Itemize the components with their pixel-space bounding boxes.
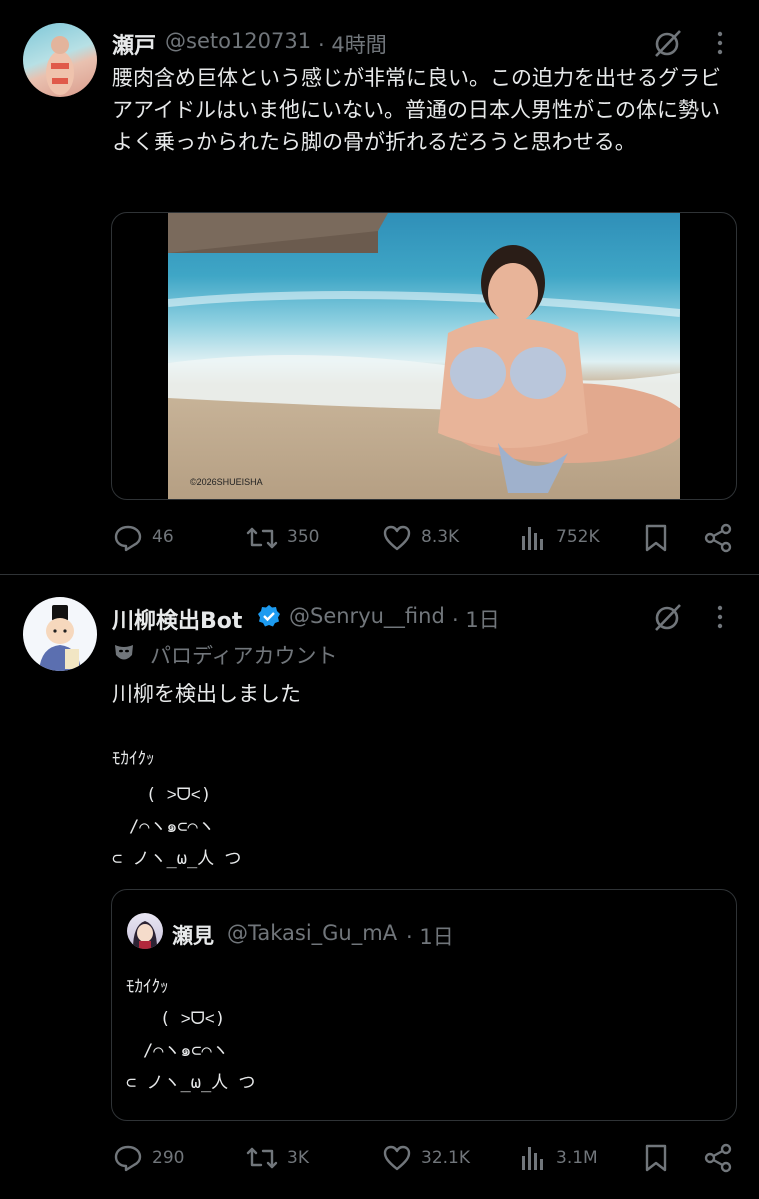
like-icon[interactable] [382,1144,412,1172]
ascii-art-line: ﾓｶｲｸｯ [112,749,155,769]
tweet-text: 腰肉含め巨体という感じが非常に良い。この迫力を出せるグラビアアイドルはいま他にい… [112,66,721,154]
retweet-icon[interactable] [245,1144,279,1172]
parody-mask-icon [113,643,135,663]
more-options-icon[interactable] [714,604,726,630]
avatar[interactable] [23,597,97,671]
retweet-icon[interactable] [245,524,279,552]
views-icon[interactable] [519,1144,547,1172]
quoted-ascii-art-line: ﾓｶｲｸｯ [126,977,169,997]
divider [0,574,759,575]
quoted-ascii-art-line: /⌒ヽ๑⊂⌒ヽ [126,1041,229,1061]
view-count[interactable]: 752K [556,527,600,547]
parody-label: パロディアカウント [150,644,338,668]
grok-icon[interactable] [652,27,684,59]
author-handle[interactable]: @seto120731 [165,29,311,53]
verified-badge-icon [257,604,281,628]
ascii-art-line: ⊂ ノヽ_ω_人 つ [112,849,242,869]
quoted-author-name[interactable]: 瀬見 [172,920,214,950]
reply-count[interactable]: 46 [152,527,174,547]
beach-photo[interactable]: ©2026SHUEISHA [168,213,680,499]
like-count[interactable]: 8.3K [421,527,459,547]
reply-icon[interactable] [113,524,143,552]
like-icon[interactable] [382,524,412,552]
views-icon[interactable] [519,524,547,552]
grok-icon[interactable] [652,601,684,633]
bookmark-icon[interactable] [644,1143,668,1173]
retweet-count[interactable]: 350 [287,527,319,547]
author-name[interactable]: 川柳検出Bot [112,603,242,635]
view-count[interactable]: 3.1M [556,1148,598,1168]
ascii-art-line: /⌒ヽ๑⊂⌒ヽ [112,817,215,837]
avatar[interactable] [127,913,163,949]
post-time[interactable]: · 1日 [452,604,500,634]
retweet-count[interactable]: 3K [287,1148,309,1168]
more-options-icon[interactable] [714,30,726,56]
like-count[interactable]: 32.1K [421,1148,470,1168]
author-handle[interactable]: @Senryu__find [289,604,445,628]
share-icon[interactable] [703,1143,733,1173]
quoted-author-handle[interactable]: @Takasi_Gu_mA [227,921,397,945]
author-name[interactable]: 瀬戸 [112,28,156,60]
post-time[interactable]: · 4時間 [318,29,387,59]
media-card[interactable]: ©2026SHUEISHA [111,212,737,500]
reply-icon[interactable] [113,1144,143,1172]
quoted-ascii-art-line: ⊂ ノヽ_ω_人 つ [126,1073,256,1093]
quoted-tweet[interactable]: 瀬見 @Takasi_Gu_mA · 1日 ﾓｶｲｸｯ ( ˃ᗜ˂) /⌒ヽ๑⊂… [111,889,737,1121]
reply-count[interactable]: 290 [152,1148,184,1168]
quoted-ascii-art-line: ( ˃ᗜ˂) [126,1009,226,1029]
bookmark-icon[interactable] [644,523,668,553]
image-watermark: ©2026SHUEISHA [190,477,263,487]
ascii-art-line: ( ˃ᗜ˂) [112,785,212,805]
quoted-post-time[interactable]: · 1日 [406,921,454,951]
avatar[interactable] [23,23,97,97]
tweet-text: 川柳を検出しました [112,682,301,706]
share-icon[interactable] [703,523,733,553]
